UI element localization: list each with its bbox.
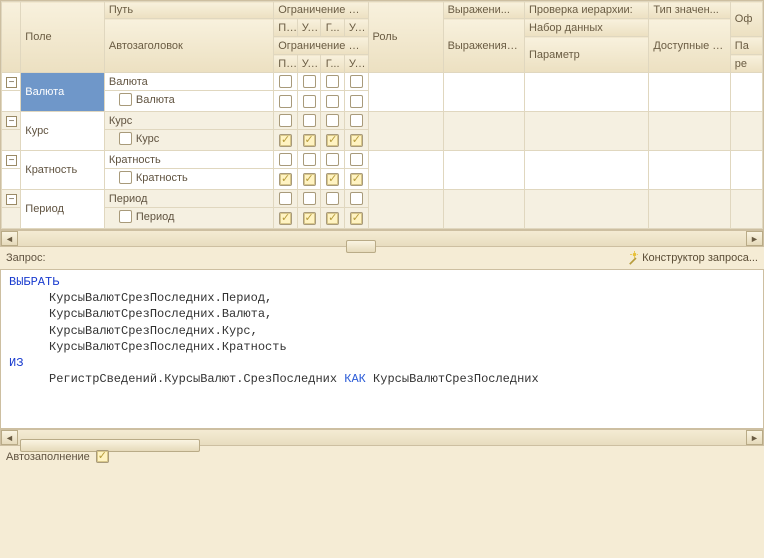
restrict-checkbox[interactable] — [279, 95, 292, 108]
restrict-checkbox[interactable] — [326, 95, 339, 108]
query-text[interactable]: ВЫБРАТЬ КурсыВалютСрезПоследних.Период, … — [0, 269, 764, 429]
restrict-checkbox[interactable] — [326, 153, 339, 166]
col-dataset[interactable]: Набор данных — [525, 19, 649, 37]
col-avail[interactable]: Доступные значения — [649, 19, 730, 73]
restrict-checkbox[interactable] — [326, 134, 339, 147]
restrict-checkbox[interactable] — [279, 192, 292, 205]
autotitle-cell[interactable]: Валюта — [104, 91, 273, 112]
query-label: Запрос: — [6, 252, 46, 264]
restrict-checkbox[interactable] — [326, 192, 339, 205]
code-hscroll[interactable]: ◄ ► — [0, 429, 764, 446]
expand-toggle[interactable]: − — [2, 190, 21, 208]
path-cell[interactable]: Период — [104, 190, 273, 208]
restrict-checkbox[interactable] — [350, 114, 363, 127]
col-valtype[interactable]: Тип значен... — [649, 2, 730, 19]
title-checkbox[interactable] — [119, 210, 132, 223]
scroll-right-icon[interactable]: ► — [746, 231, 763, 246]
col-field[interactable]: Поле — [21, 2, 105, 73]
restrict-checkbox[interactable] — [279, 134, 292, 147]
title-checkbox[interactable] — [119, 93, 132, 106]
restrict-checkbox[interactable] — [303, 212, 316, 225]
restrict-checkbox[interactable] — [279, 173, 292, 186]
restrict-checkbox[interactable] — [279, 114, 292, 127]
autofill-label: Автозаполнение — [6, 451, 90, 463]
restrict-checkbox[interactable] — [303, 134, 316, 147]
restrict-checkbox[interactable] — [350, 134, 363, 147]
col-autotitle[interactable]: Автозаголовок — [104, 19, 273, 73]
restrict-checkbox[interactable] — [279, 75, 292, 88]
restrict-checkbox[interactable] — [350, 95, 363, 108]
restrict-checkbox[interactable] — [303, 192, 316, 205]
expand-toggle[interactable]: − — [2, 151, 21, 169]
col-of[interactable]: Оф — [730, 2, 762, 37]
col-expr[interactable]: Выражени... — [443, 2, 524, 19]
restrict-checkbox[interactable] — [350, 173, 363, 186]
restrict-checkbox[interactable] — [350, 153, 363, 166]
restrict-checkbox[interactable] — [303, 173, 316, 186]
autotitle-cell[interactable]: Курс — [104, 130, 273, 151]
fields-table: Поле Путь Ограничение поля Роль Выражени… — [0, 0, 764, 230]
path-cell[interactable]: Валюта — [104, 73, 273, 91]
path-cell[interactable]: Кратность — [104, 151, 273, 169]
restrict-checkbox[interactable] — [326, 114, 339, 127]
restrict-checkbox[interactable] — [326, 212, 339, 225]
autotitle-cell[interactable]: Кратность — [104, 169, 273, 190]
title-checkbox[interactable] — [119, 171, 132, 184]
restrict-checkbox[interactable] — [303, 114, 316, 127]
restrict-checkbox[interactable] — [350, 75, 363, 88]
restrict-checkbox[interactable] — [303, 95, 316, 108]
col-hier[interactable]: Проверка иерархии: — [525, 2, 649, 19]
field-name[interactable]: Курс — [21, 112, 105, 151]
autotitle-cell[interactable]: Период — [104, 208, 273, 229]
col-pa[interactable]: Па — [730, 37, 762, 55]
col-order[interactable]: Выражения упорядочив... — [443, 19, 524, 73]
restrict-checkbox[interactable] — [326, 75, 339, 88]
col-path[interactable]: Путь — [104, 2, 273, 19]
col-param[interactable]: Параметр — [525, 37, 649, 73]
restrict-checkbox[interactable] — [350, 212, 363, 225]
path-cell[interactable]: Курс — [104, 112, 273, 130]
expand-toggle[interactable]: − — [2, 73, 21, 91]
col-field-restrict[interactable]: Ограничение поля — [274, 2, 368, 19]
title-checkbox[interactable] — [119, 132, 132, 145]
col-rec-restrict[interactable]: Ограничение рек... — [274, 37, 368, 55]
restrict-checkbox[interactable] — [279, 153, 292, 166]
col-role[interactable]: Роль — [368, 2, 443, 73]
table-hscroll[interactable]: ◄ ► — [0, 230, 764, 247]
restrict-checkbox[interactable] — [303, 75, 316, 88]
scroll-left-icon[interactable]: ◄ — [1, 430, 18, 445]
col-re[interactable]: ре — [730, 55, 762, 73]
constructor-label: Конструктор запроса... — [642, 252, 758, 264]
field-name[interactable]: Валюта — [21, 73, 105, 112]
field-name[interactable]: Кратность — [21, 151, 105, 190]
scroll-left-icon[interactable]: ◄ — [1, 231, 18, 246]
restrict-checkbox[interactable] — [303, 153, 316, 166]
autofill-checkbox[interactable] — [96, 450, 109, 463]
restrict-checkbox[interactable] — [326, 173, 339, 186]
field-name[interactable]: Период — [21, 190, 105, 229]
restrict-checkbox[interactable] — [350, 192, 363, 205]
expand-toggle[interactable]: − — [2, 112, 21, 130]
query-constructor-button[interactable]: Конструктор запроса... — [624, 251, 758, 265]
scroll-right-icon[interactable]: ► — [746, 430, 763, 445]
wand-icon — [624, 251, 638, 265]
restrict-checkbox[interactable] — [279, 212, 292, 225]
